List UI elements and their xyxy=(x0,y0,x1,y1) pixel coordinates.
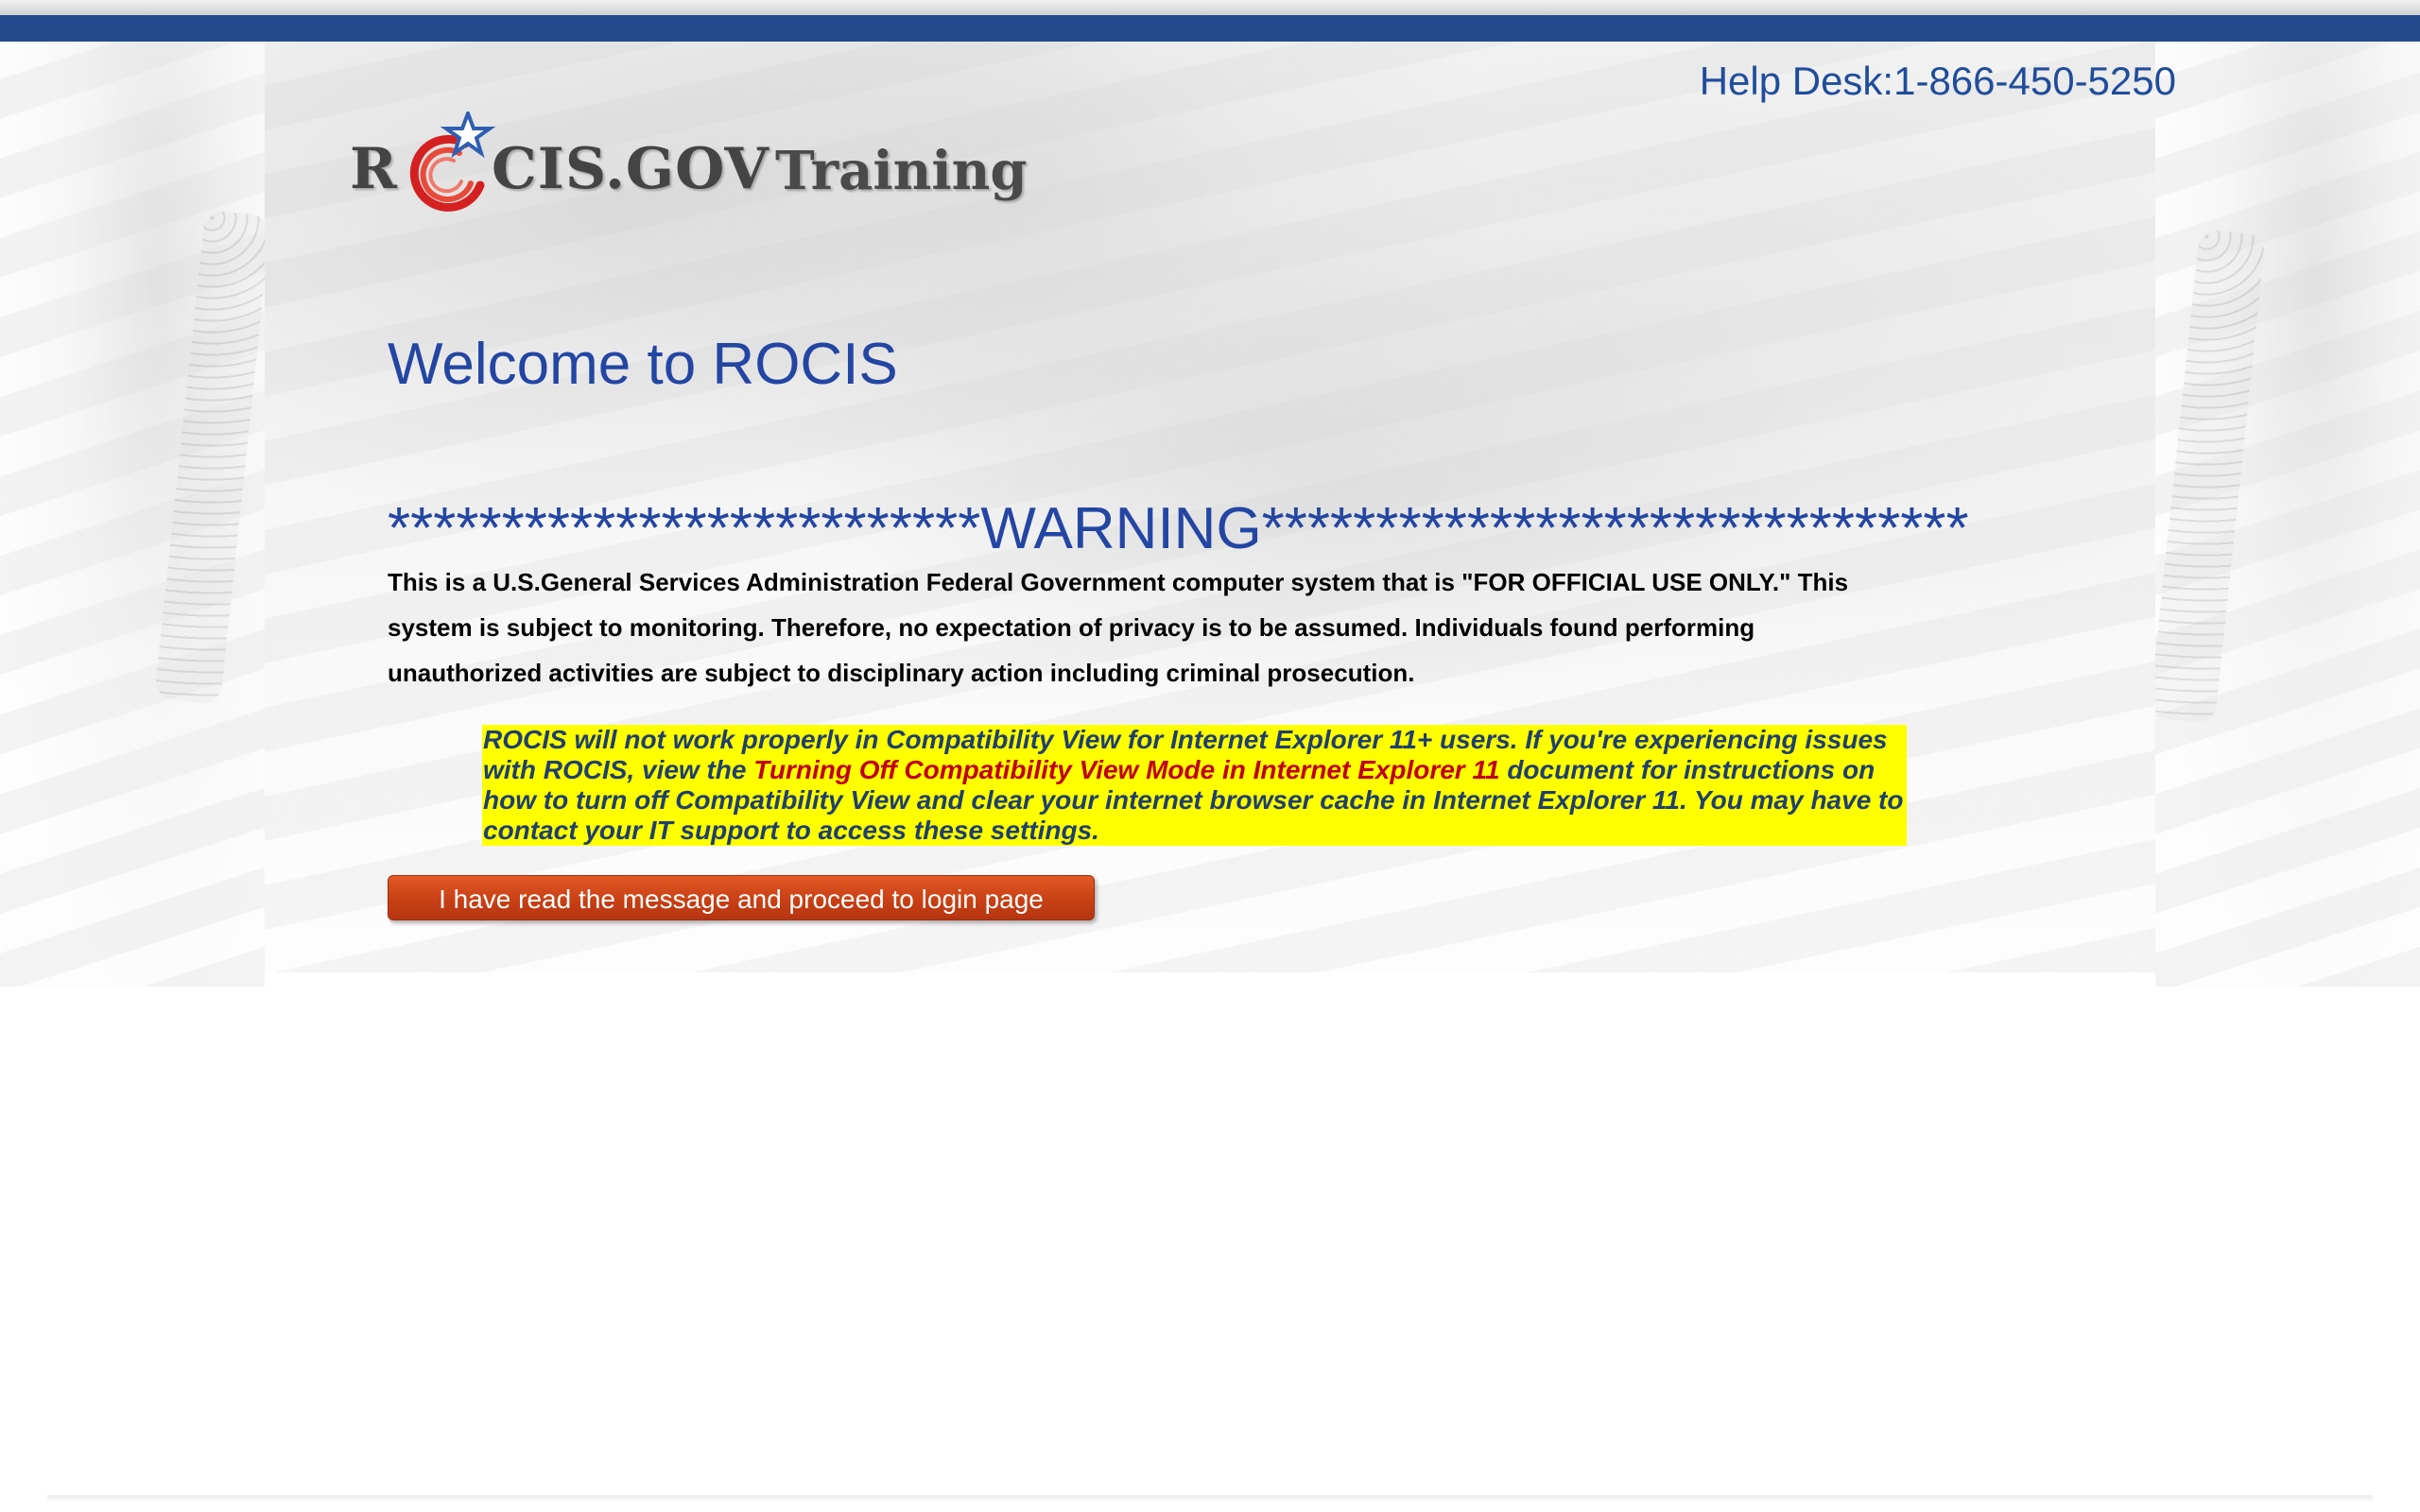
browser-top-strip xyxy=(0,0,2420,15)
proceed-to-login-button[interactable]: I have read the message and proceed to l… xyxy=(388,875,1095,920)
logo-text-training: Training xyxy=(775,140,1028,202)
official-use-notice: This is a U.S.General Services Administr… xyxy=(388,568,1849,687)
compatibility-view-document-link[interactable]: Turning Off Compatibility View Mode in I… xyxy=(753,755,1499,784)
warning-heading: **************************WARNING*******… xyxy=(388,496,1969,561)
page-title: Welcome to ROCIS xyxy=(388,332,898,397)
rocis-logo[interactable]: R CIS.GOV Training xyxy=(350,112,1028,225)
help-desk-phone: Help Desk:1-866-450-5250 xyxy=(1699,59,2176,103)
background-photo-right xyxy=(2155,42,2420,987)
footer-divider xyxy=(47,1495,2373,1501)
compatibility-view-notice: ROCIS will not work properly in Compatib… xyxy=(482,725,1907,846)
logo-text-cis-gov: CIS.GOV xyxy=(492,136,769,202)
background-photo-left xyxy=(0,42,265,987)
site-top-bar xyxy=(0,15,2420,42)
logo-swirl-star-icon xyxy=(409,112,496,212)
